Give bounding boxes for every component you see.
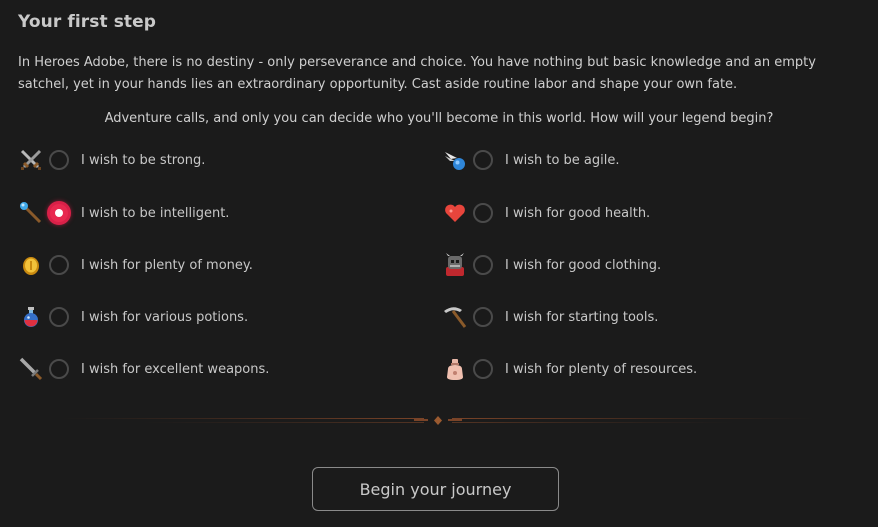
radio-button[interactable] xyxy=(473,307,493,327)
radio-button[interactable] xyxy=(49,307,69,327)
potion-icon xyxy=(18,304,44,330)
option-label: I wish for plenty of resources. xyxy=(505,361,698,377)
gold-coin-icon xyxy=(18,252,44,278)
option-weapons[interactable]: I wish for excellent weapons. xyxy=(18,352,269,386)
option-label: I wish to be intelligent. xyxy=(81,205,230,221)
resource-sack-icon xyxy=(442,356,468,382)
radio-button[interactable] xyxy=(473,203,493,223)
heart-icon xyxy=(442,200,468,226)
option-label: I wish for good clothing. xyxy=(505,257,662,273)
option-label: I wish for good health. xyxy=(505,205,651,221)
option-health[interactable]: I wish for good health. xyxy=(442,196,650,230)
option-label: I wish for plenty of money. xyxy=(81,257,253,273)
radio-button[interactable] xyxy=(473,150,493,170)
option-label: I wish to be agile. xyxy=(505,152,620,168)
option-intelligent[interactable]: I wish to be intelligent. xyxy=(18,196,229,230)
pickaxe-icon xyxy=(442,304,468,330)
option-label: I wish for starting tools. xyxy=(505,309,659,325)
prompt-text: Adventure calls, and only you can decide… xyxy=(104,111,774,126)
winged-boot-icon xyxy=(442,147,468,173)
radio-button[interactable] xyxy=(49,255,69,275)
game-screen: Your first step In Heroes Adobe, there i… xyxy=(0,0,878,527)
option-strong[interactable]: I wish to be strong. xyxy=(18,143,205,177)
radio-button-selected[interactable] xyxy=(47,201,71,225)
option-label: I wish for various potions. xyxy=(81,309,249,325)
sword-icon xyxy=(18,356,44,382)
begin-journey-button[interactable]: Begin your journey xyxy=(312,467,559,511)
option-resources[interactable]: I wish for plenty of resources. xyxy=(442,352,697,386)
radio-button[interactable] xyxy=(473,255,493,275)
magic-wand-icon xyxy=(18,200,44,226)
crossed-swords-icon xyxy=(18,147,44,173)
option-money[interactable]: I wish for plenty of money. xyxy=(18,248,253,282)
ornamental-divider xyxy=(62,416,814,425)
page-title: Your first step xyxy=(18,12,157,32)
option-agile[interactable]: I wish to be agile. xyxy=(442,143,620,177)
radio-dot xyxy=(55,209,63,217)
radio-button[interactable] xyxy=(49,359,69,379)
intro-paragraph: In Heroes Adobe, there is no destiny - o… xyxy=(18,55,816,92)
option-tools[interactable]: I wish for starting tools. xyxy=(442,300,658,334)
option-label: I wish for excellent weapons. xyxy=(81,361,270,377)
radio-button[interactable] xyxy=(473,359,493,379)
option-potions[interactable]: I wish for various potions. xyxy=(18,300,248,334)
option-label: I wish to be strong. xyxy=(81,152,206,168)
radio-button[interactable] xyxy=(49,150,69,170)
armor-icon xyxy=(442,252,468,278)
option-clothing[interactable]: I wish for good clothing. xyxy=(442,248,661,282)
